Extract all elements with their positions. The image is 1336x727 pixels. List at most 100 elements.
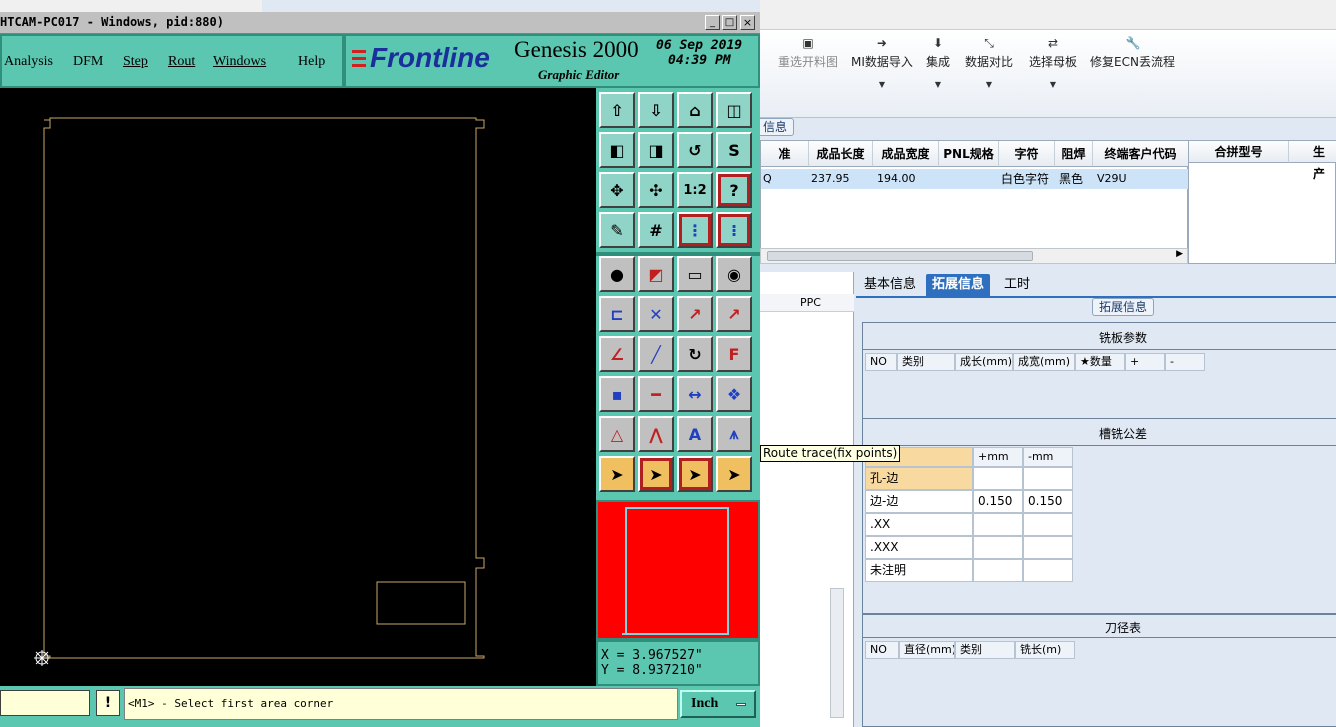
layers-alt-icon[interactable]: ⁝	[716, 212, 752, 248]
grid-header[interactable]: 终端客户代码	[1093, 141, 1189, 167]
dimension-icon[interactable]: ↔	[677, 376, 713, 412]
minimize-button[interactable]: _	[705, 15, 720, 30]
pad-icon[interactable]: ◉	[716, 256, 752, 292]
select-net-icon[interactable]: ➤	[716, 456, 752, 492]
vertical-scrollbar[interactable]	[830, 588, 844, 718]
tab-extended-info[interactable]: 拓展信息	[926, 274, 991, 296]
route-bridge-icon[interactable]: ⩚	[716, 416, 752, 452]
chevron-down-icon[interactable]: ▼	[851, 80, 913, 89]
tolerance-minus-input[interactable]	[1023, 559, 1073, 582]
move-alt-icon[interactable]: ↗	[716, 296, 752, 332]
splitter[interactable]	[760, 265, 1336, 272]
route-arc-icon[interactable]: △	[599, 416, 635, 452]
tolerance-minus-input[interactable]	[1023, 467, 1073, 490]
chevron-down-icon[interactable]: ▼	[926, 80, 950, 89]
tab-basic-info[interactable]: 基本信息	[858, 274, 922, 296]
chevron-down-icon[interactable]: ▼	[965, 80, 1013, 89]
chevron-down-icon[interactable]: ▼	[1029, 80, 1077, 89]
mi-data-import-button[interactable]: ➜ MI数据导入 ▼	[851, 36, 913, 89]
query-icon[interactable]: ?	[716, 172, 752, 208]
menu-analysis[interactable]: Analysis	[4, 54, 53, 70]
grid-header[interactable]: PNL规格	[939, 141, 999, 167]
grid-header[interactable]: 准	[761, 141, 809, 167]
snap-icon[interactable]: S	[716, 132, 752, 168]
line-icon[interactable]: ╱	[638, 336, 674, 372]
delete-icon[interactable]: ✕	[638, 296, 674, 332]
select-box-icon[interactable]: ➤	[677, 456, 713, 492]
pan-right-icon[interactable]: ◨	[638, 132, 674, 168]
undo-icon[interactable]: ↺	[677, 132, 713, 168]
layout-icon[interactable]: ◫	[716, 92, 752, 128]
zoom-fit-icon[interactable]: ✥	[599, 172, 635, 208]
pan-left-icon[interactable]: ◧	[599, 132, 635, 168]
save-icon[interactable]: ⇩	[638, 92, 674, 128]
connect-icon[interactable]: ⊏	[599, 296, 635, 332]
tab-working-hours[interactable]: 工时	[998, 274, 1036, 296]
maximize-button[interactable]: □	[722, 15, 737, 30]
grid-icon[interactable]: #	[638, 212, 674, 248]
menu-rout[interactable]: Rout	[168, 54, 195, 70]
ppc-column-header[interactable]: PPC	[800, 296, 821, 309]
zoom-ratio-button[interactable]: 1:2	[677, 172, 713, 208]
remove-row-button[interactable]: -	[1165, 353, 1205, 371]
layers-icon[interactable]: ⋮	[677, 212, 713, 248]
route-trace-icon[interactable]: A	[677, 416, 713, 452]
grid-header[interactable]: 字符	[999, 141, 1055, 167]
grid-header[interactable]: 成品宽度	[873, 141, 939, 167]
menu-step[interactable]: Step	[123, 54, 148, 70]
select-pointer-icon[interactable]: ➤	[599, 456, 635, 492]
grid-header[interactable]: 生产	[1289, 141, 1336, 181]
tolerance-plus-input[interactable]: 0.150	[973, 490, 1023, 513]
repair-ecn-process-button[interactable]: 🔧 修复ECN丢流程	[1090, 36, 1175, 70]
move-icon[interactable]: ↗	[677, 296, 713, 332]
tolerance-plus-input[interactable]	[973, 559, 1023, 582]
angle-icon[interactable]: ∠	[599, 336, 635, 372]
row-label[interactable]: .XXX	[865, 536, 973, 559]
overview-preview[interactable]	[596, 500, 760, 640]
tolerance-minus-input[interactable]	[1023, 513, 1073, 536]
scale-icon[interactable]: ▪	[599, 376, 635, 412]
alert-button[interactable]: !	[96, 690, 120, 716]
scroll-thumb[interactable]	[767, 251, 1033, 261]
cluster-icon[interactable]: ❖	[716, 376, 752, 412]
palette-icon[interactable]: ✎	[599, 212, 635, 248]
add-pad-icon[interactable]: ●	[599, 256, 635, 292]
open-icon[interactable]: ⇧	[599, 92, 635, 128]
tolerance-plus-input[interactable]	[973, 536, 1023, 559]
tolerance-plus-input[interactable]	[973, 513, 1023, 536]
integrate-button[interactable]: ⬇ 集成 ▼	[926, 36, 950, 89]
measure-icon[interactable]: ◩	[638, 256, 674, 292]
row-label[interactable]: 边-边	[865, 490, 973, 513]
add-row-button[interactable]: +	[1125, 353, 1165, 371]
units-selector[interactable]: Inch	[680, 690, 756, 718]
horizontal-scrollbar[interactable]: ▶	[760, 248, 1188, 264]
command-input[interactable]	[0, 690, 90, 716]
trace-icon[interactable]: ━	[638, 376, 674, 412]
graphic-editor-canvas[interactable]	[0, 88, 596, 686]
grid-header[interactable]: 合拼型号	[1189, 141, 1289, 163]
grid-header[interactable]: 成品长度	[809, 141, 873, 167]
zoom-center-icon[interactable]: ✣	[638, 172, 674, 208]
row-label[interactable]: .XX	[865, 513, 973, 536]
grid-header[interactable]: 阻焊	[1055, 141, 1093, 167]
menu-help[interactable]: Help	[298, 54, 325, 70]
select-mother-board-button[interactable]: ⇄ 选择母板 ▼	[1029, 36, 1077, 89]
select-area-icon[interactable]: ➤	[638, 456, 674, 492]
column-header: +mm	[973, 447, 1023, 467]
home-icon[interactable]: ⌂	[677, 92, 713, 128]
menu-windows[interactable]: Windows	[213, 54, 266, 70]
close-button[interactable]: ×	[740, 15, 755, 30]
menu-dfm[interactable]: DFM	[73, 54, 103, 70]
tolerance-minus-input[interactable]: 0.150	[1023, 490, 1073, 513]
tolerance-plus-input[interactable]	[973, 467, 1023, 490]
tolerance-minus-input[interactable]	[1023, 536, 1073, 559]
scroll-right-icon[interactable]: ▶	[1176, 249, 1183, 259]
rotate-icon[interactable]: ↻	[677, 336, 713, 372]
route-peak-icon[interactable]: ⋀	[638, 416, 674, 452]
ruler-icon[interactable]: ▭	[677, 256, 713, 292]
data-compare-button[interactable]: ⤡ 数据对比 ▼	[965, 36, 1013, 89]
mirror-icon[interactable]: F	[716, 336, 752, 372]
row-label[interactable]: 孔-边	[865, 467, 973, 490]
reselect-cutting-drawing-button[interactable]: ▣ 重选开料图	[778, 36, 838, 70]
row-label[interactable]: 未注明	[865, 559, 973, 582]
